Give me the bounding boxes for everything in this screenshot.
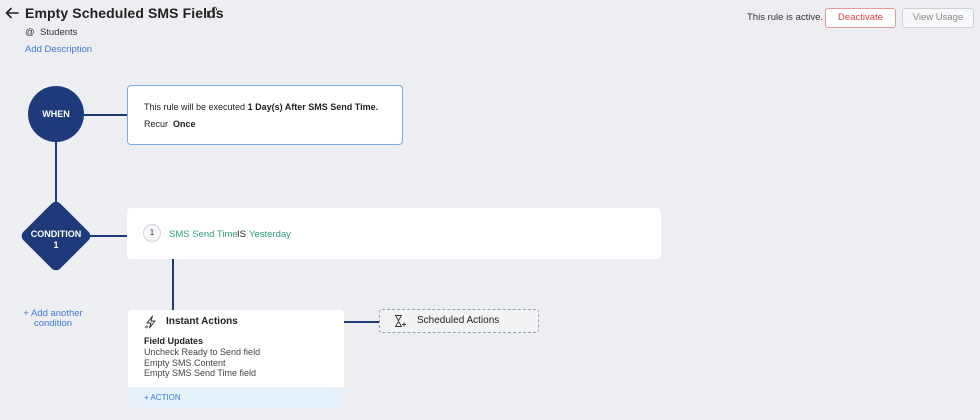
when-recur: Recur Once — [144, 119, 402, 129]
connector-condition-to-actions — [172, 259, 174, 310]
recur-label: Recur — [144, 119, 169, 129]
rule-title: Empty Scheduled SMS Fields — [25, 5, 224, 21]
connector-condition-to-card — [90, 235, 127, 237]
hourglass-add-icon — [395, 315, 406, 327]
module-name: @ Students — [25, 27, 77, 38]
back-arrow-icon[interactable] — [4, 5, 20, 21]
field-updates-title: Field Updates — [144, 336, 204, 346]
connector-when-to-condition — [55, 142, 57, 202]
criteria-operator: IS — [237, 229, 246, 240]
deactivate-button[interactable]: Deactivate — [825, 8, 896, 28]
criteria-number-badge: 1 — [143, 224, 161, 242]
connector-when-to-card — [84, 114, 127, 116]
field-update-item: Empty SMS Send Time field — [144, 368, 257, 378]
when-schedule-prefix: This rule will be executed — [144, 102, 248, 112]
recur-value: Once — [173, 119, 196, 129]
connector-instant-to-scheduled — [344, 321, 379, 323]
instant-actions-title: Instant Actions — [166, 316, 238, 327]
when-schedule-value: 1 Day(s) After SMS Send Time. — [247, 102, 379, 112]
field-update-item: Uncheck Ready to Send field — [144, 347, 261, 357]
unlock-icon[interactable] — [206, 6, 218, 18]
module-label: Students — [39, 27, 78, 38]
lightning-icon — [144, 315, 156, 329]
field-update-item: Empty SMS Content — [144, 357, 226, 368]
view-usage-button[interactable]: View Usage — [902, 8, 974, 28]
at-symbol: @ — [25, 27, 35, 38]
when-node: WHEN — [28, 86, 84, 142]
condition-node-number: 1 — [53, 240, 59, 250]
when-card[interactable]: This rule will be executed 1 Day(s) Afte… — [127, 85, 403, 145]
criteria-field: SMS Send Time — [169, 229, 238, 240]
add-action-button[interactable]: + ACTION — [128, 387, 344, 408]
scheduled-actions-label: Scheduled Actions — [417, 315, 500, 326]
rule-status-text: This rule is active. — [747, 12, 824, 23]
criteria-value: Yesterday — [249, 229, 291, 240]
when-schedule-text: This rule will be executed 1 Day(s) Afte… — [144, 102, 402, 112]
field-updates-list: Uncheck Ready to Send field Empty SMS Co… — [144, 347, 260, 379]
add-another-condition-link[interactable]: + Add another condition — [22, 309, 84, 329]
add-description-link[interactable]: Add Description — [25, 44, 92, 55]
condition-node-label: CONDITION 1 — [20, 229, 92, 251]
condition-node-title: CONDITION — [30, 229, 82, 239]
